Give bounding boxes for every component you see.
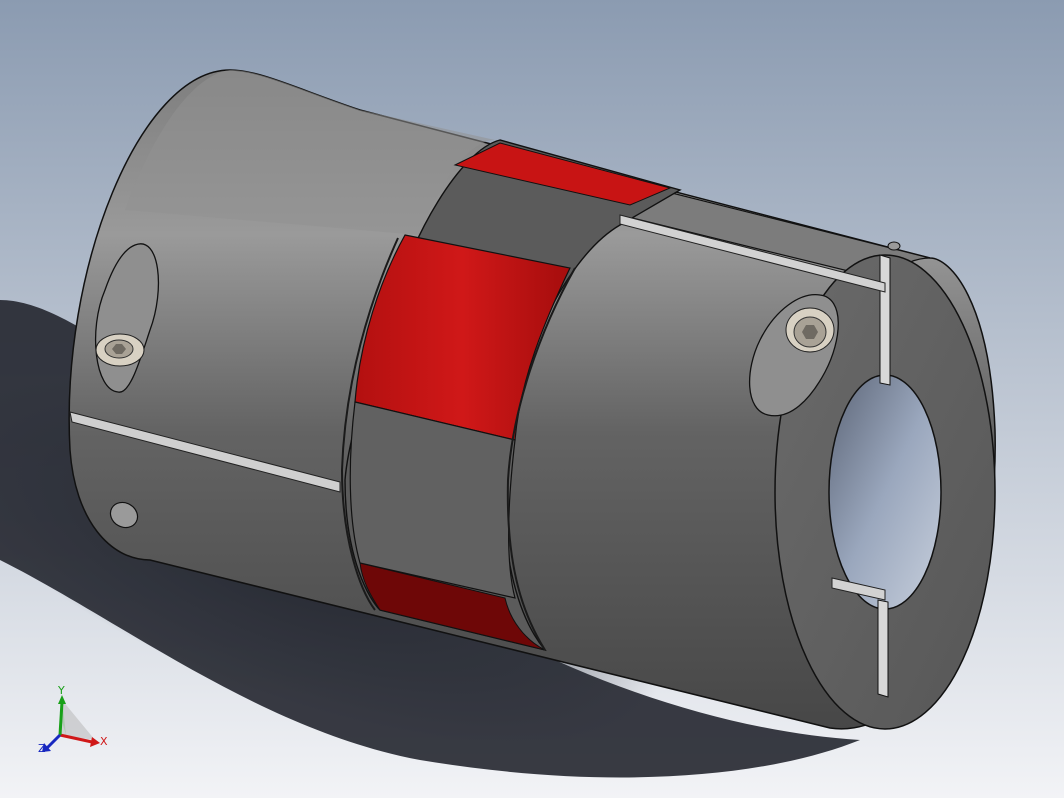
left-cap-screw[interactable] — [95, 333, 145, 367]
triad-x-label: X — [100, 735, 108, 748]
clamp-slot-upper — [879, 254, 891, 386]
right-pin-hole[interactable] — [887, 241, 901, 251]
shaft-bore[interactable] — [828, 374, 942, 610]
clamp-slot-lower — [877, 599, 889, 698]
graphics-viewport[interactable]: X Y Z — [0, 0, 1064, 798]
model-scene[interactable]: X Y Z — [0, 0, 1064, 798]
right-cap-screw[interactable] — [785, 307, 835, 353]
triad-y-label: Y — [57, 684, 65, 697]
triad-z-label: Z — [38, 742, 46, 755]
triad-y-axis — [58, 701, 64, 736]
